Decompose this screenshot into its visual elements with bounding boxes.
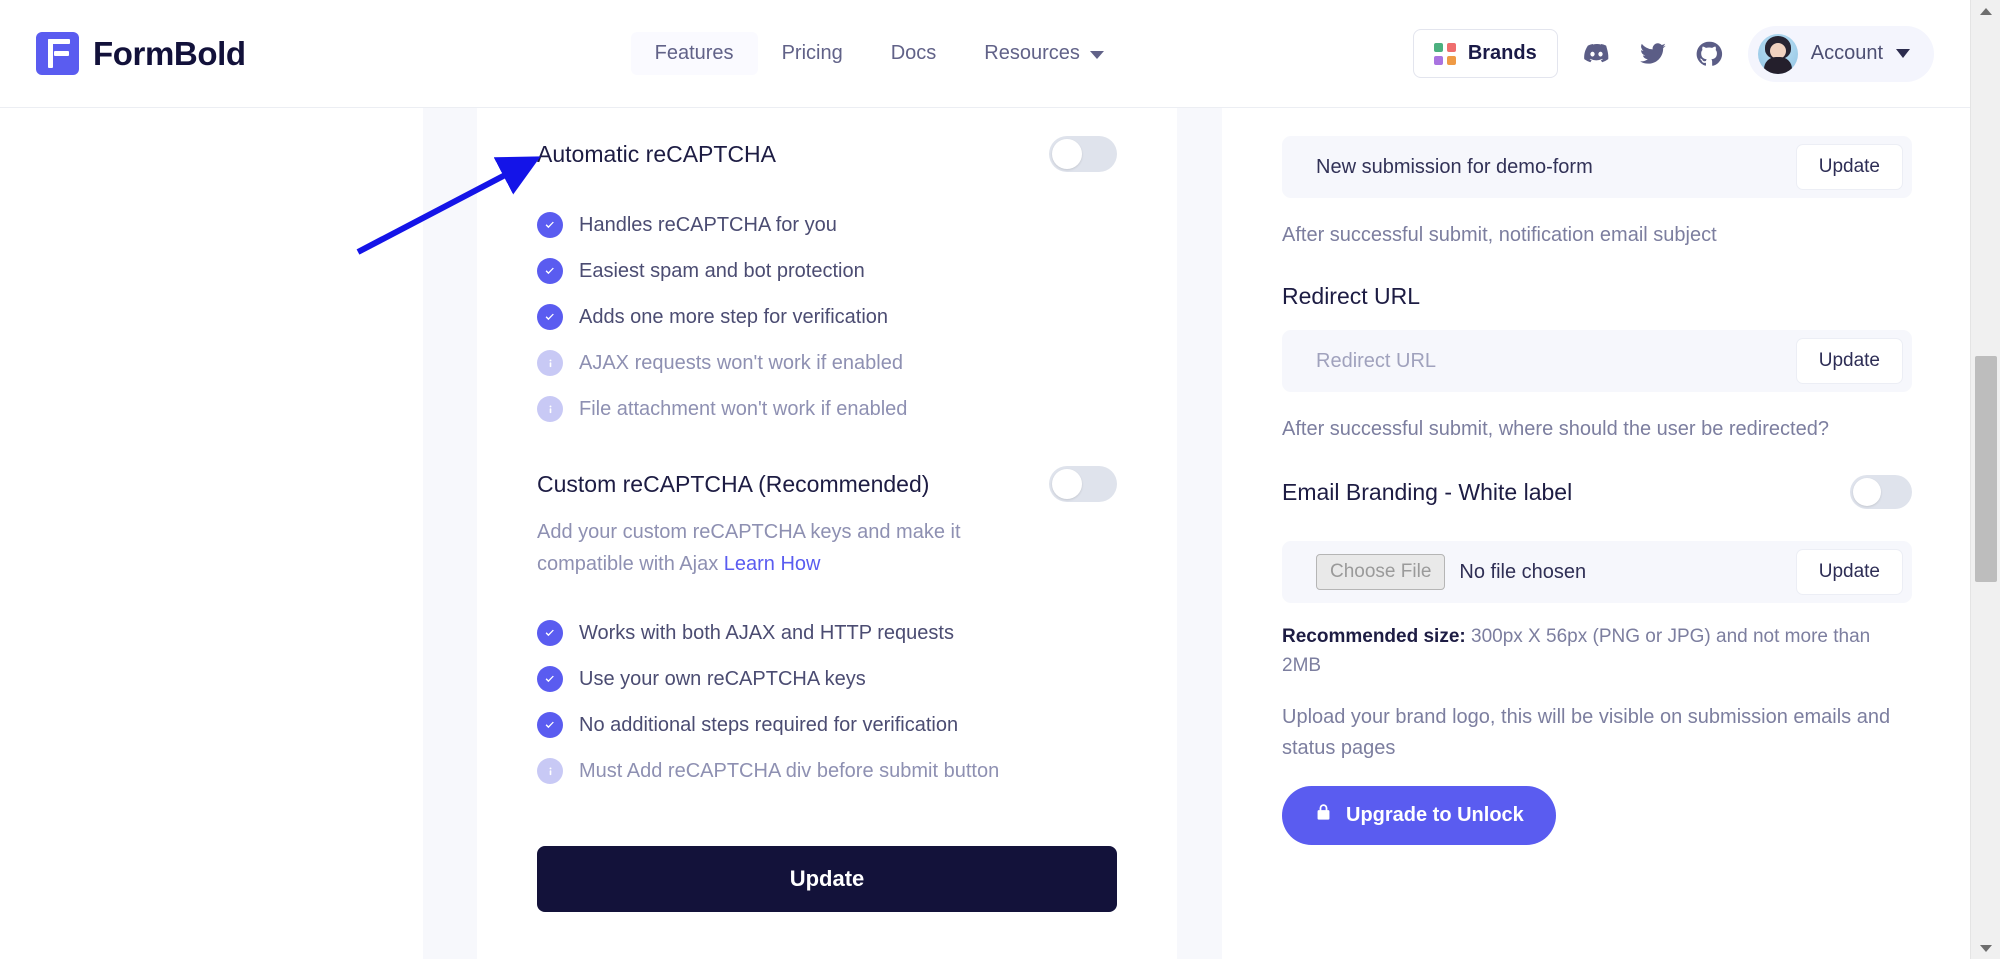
list-item: Must Add reCAPTCHA div before submit but… [537,758,1117,784]
formbold-logo-icon [36,32,79,75]
automatic-recaptcha-row: Automatic reCAPTCHA [537,136,1117,172]
discord-icon[interactable] [1580,37,1614,71]
recaptcha-update-button[interactable]: Update [537,846,1117,912]
app-page: FormBold Features Pricing Docs Resources [0,0,2000,959]
choose-file-button[interactable]: Choose File [1316,554,1445,590]
automatic-recaptcha-toggle[interactable] [1049,136,1117,172]
recaptcha-settings-card: Automatic reCAPTCHA Handles reCAPTCHA fo… [477,108,1177,959]
info-circle-icon [537,396,563,422]
email-branding-toggle[interactable] [1850,475,1912,509]
logo-upload-field-box: Choose File No file chosen Update [1282,541,1912,603]
custom-recaptcha-title: Custom reCAPTCHA (Recommended) [537,471,929,498]
check-circle-icon [537,666,563,692]
list-item: AJAX requests won't work if enabled [537,350,1117,376]
brands-button[interactable]: Brands [1413,29,1558,78]
scroll-up-arrow[interactable] [1971,0,2000,22]
brands-grid-icon [1434,43,1456,65]
account-label: Account [1811,42,1883,65]
nav-label: Features [655,42,734,65]
recommended-size-prefix: Recommended size: [1282,626,1466,647]
logo-update-button[interactable]: Update [1796,549,1903,595]
upgrade-to-unlock-button[interactable]: Upgrade to Unlock [1282,786,1556,845]
custom-recaptcha-description: Add your custom reCAPTCHA keys and make … [537,516,1007,580]
scrollbar-thumb[interactable] [1975,356,1997,582]
feature-label: Easiest spam and bot protection [579,260,865,283]
list-item: Handles reCAPTCHA for you [537,212,1117,238]
email-subject-value[interactable]: New submission for demo-form [1316,156,1593,179]
custom-recaptcha-row: Custom reCAPTCHA (Recommended) [537,466,1117,502]
feature-label: File attachment won't work if enabled [579,398,907,421]
feature-label: Works with both AJAX and HTTP requests [579,622,954,645]
no-file-chosen-label: No file chosen [1459,561,1586,584]
github-icon[interactable] [1692,37,1726,71]
automatic-recaptcha-title: Automatic reCAPTCHA [537,141,776,168]
info-circle-icon [537,350,563,376]
left-gutter [423,108,477,959]
account-menu[interactable]: Account [1748,26,1934,82]
site-header: FormBold Features Pricing Docs Resources [0,0,1970,108]
nav-item-pricing[interactable]: Pricing [758,32,867,75]
upload-logo-help: Upload your brand logo, this will be vis… [1282,702,1912,764]
nav-item-features[interactable]: Features [631,32,758,75]
main-navigation: Features Pricing Docs Resources [631,32,1128,75]
feature-label: Use your own reCAPTCHA keys [579,668,866,691]
custom-feature-list: Works with both AJAX and HTTP requests U… [537,620,1117,784]
list-item: Easiest spam and bot protection [537,258,1117,284]
header-actions: Brands Account [1413,26,1934,82]
middle-gutter [1177,108,1222,959]
feature-label: Must Add reCAPTCHA div before submit but… [579,760,999,783]
form-settings-card: New submission for demo-form Update Afte… [1222,108,1970,959]
lock-icon [1314,803,1333,828]
avatar [1758,34,1798,74]
nav-item-docs[interactable]: Docs [867,32,961,75]
feature-label: AJAX requests won't work if enabled [579,352,903,375]
custom-recaptcha-toggle[interactable] [1049,466,1117,502]
list-item: File attachment won't work if enabled [537,396,1117,422]
chevron-down-icon [1090,51,1104,59]
email-subject-update-button[interactable]: Update [1796,144,1903,190]
nav-label: Pricing [782,42,843,65]
nav-label: Docs [891,42,937,65]
redirect-url-input[interactable]: Redirect URL [1316,350,1436,373]
logo-text: FormBold [93,35,246,73]
scroll-down-arrow[interactable] [1971,937,2000,959]
automatic-feature-list: Handles reCAPTCHA for you Easiest spam a… [537,212,1117,422]
email-subject-field-box: New submission for demo-form Update [1282,136,1912,198]
redirect-url-help: After successful submit, where should th… [1282,414,1912,445]
page-scrollbar[interactable] [1970,0,2000,959]
redirect-url-field-box: Redirect URL Update [1282,330,1912,392]
list-item: Use your own reCAPTCHA keys [537,666,1117,692]
chevron-down-icon [1896,49,1910,58]
feature-label: No additional steps required for verific… [579,714,958,737]
brands-label: Brands [1468,42,1537,65]
file-input[interactable]: Choose File No file chosen [1316,554,1586,590]
learn-how-link[interactable]: Learn How [724,553,821,575]
email-branding-row: Email Branding - White label [1282,475,1912,509]
nav-item-resources[interactable]: Resources [960,32,1128,75]
page-body: Automatic reCAPTCHA Handles reCAPTCHA fo… [0,108,1970,959]
email-branding-label: Email Branding - White label [1282,479,1572,506]
check-circle-icon [537,258,563,284]
feature-label: Adds one more step for verification [579,306,888,329]
check-circle-icon [537,212,563,238]
check-circle-icon [537,304,563,330]
info-circle-icon [537,758,563,784]
list-item: No additional steps required for verific… [537,712,1117,738]
redirect-url-update-button[interactable]: Update [1796,338,1903,384]
nav-label: Resources [984,42,1080,65]
redirect-url-label: Redirect URL [1282,283,1912,310]
check-circle-icon [537,712,563,738]
feature-label: Handles reCAPTCHA for you [579,214,837,237]
check-circle-icon [537,620,563,646]
email-subject-help: After successful submit, notification em… [1282,220,1912,251]
twitter-icon[interactable] [1636,37,1670,71]
upgrade-label: Upgrade to Unlock [1346,804,1524,827]
list-item: Works with both AJAX and HTTP requests [537,620,1117,646]
list-item: Adds one more step for verification [537,304,1117,330]
recommended-size-help: Recommended size: 300px X 56px (PNG or J… [1282,623,1912,680]
brand-logo[interactable]: FormBold [36,32,246,75]
